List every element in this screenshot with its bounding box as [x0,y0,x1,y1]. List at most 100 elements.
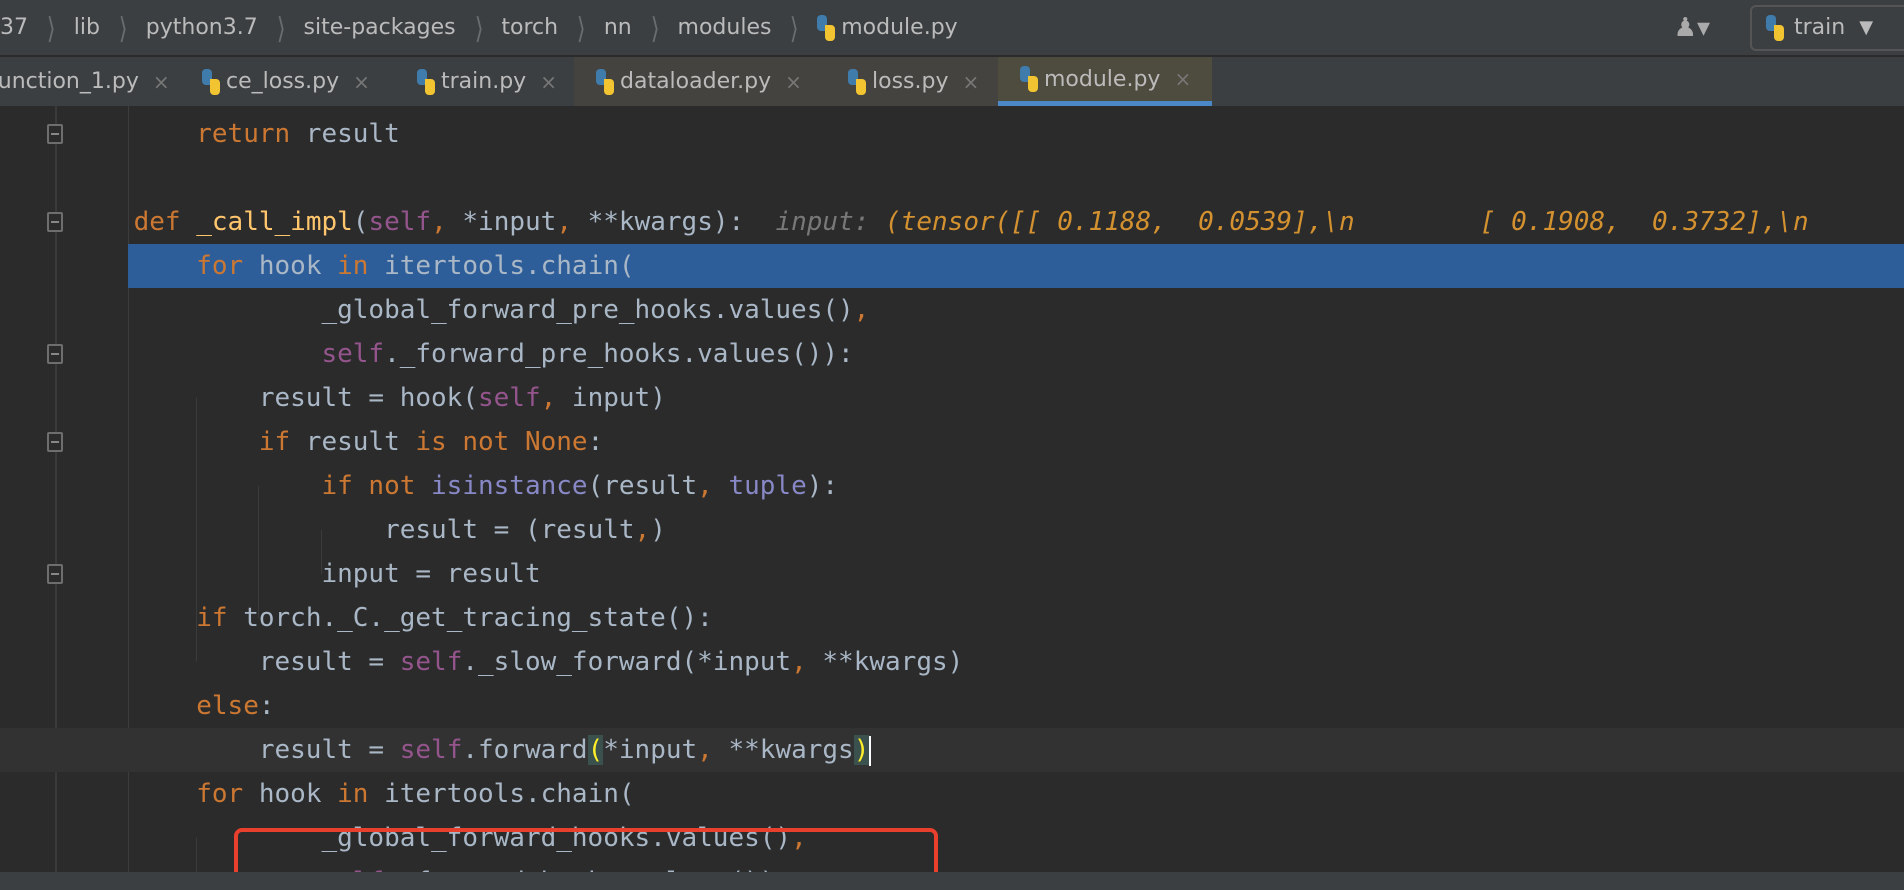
code-line[interactable]: result = self.forward(*input, **kwargs) [0,728,1904,772]
navigation-bar: 37 ❭ lib ❭ python3.7 ❭ site-packages ❭ torch ❭ nn ❭… [0,0,1904,55]
tab-loss-py[interactable]: loss.py × [826,57,998,106]
execution-point-line[interactable]: for hook in itertools.chain( [128,244,1904,288]
code-line[interactable]: return result [0,112,1904,156]
code-line[interactable]: self._forward_pre_hooks.values()): [0,332,1904,376]
tab-function_1-py[interactable]: function_1.py × [0,57,180,106]
close-icon[interactable]: × [1174,67,1191,91]
code-line[interactable]: input = result [0,552,1904,596]
code-token: result = [71,735,400,765]
breadcrumb-label: lib [73,15,100,40]
code-token: def [133,207,181,237]
breadcrumb-item[interactable]: nn [604,15,632,40]
code-token: itertools.chain( [368,779,635,809]
breadcrumb-item[interactable]: lib [74,15,100,40]
close-icon[interactable]: × [353,70,370,94]
python-file-icon [417,68,435,95]
fold-icon[interactable] [47,212,63,232]
code-token: for [196,779,244,809]
code-token: is not None [415,427,588,457]
python-file-icon [817,14,836,41]
fold-icon[interactable] [47,432,63,452]
code-line[interactable]: _global_forward_pre_hooks.values(), [0,288,1904,332]
code-line[interactable]: if not isinstance(result, tuple): [0,464,1904,508]
inline-debug-value: (tensor([[ 0.1188, 0.0539],\n [ 0.1908, … [885,207,1809,237]
code-token: result = hook( [71,383,478,413]
code-token: _global_forward_hooks.values() [71,823,792,853]
code-token: return [196,119,291,149]
tab-module-py[interactable]: module.py × [998,57,1212,106]
code-line[interactable]: else: [0,684,1904,728]
chevron-right-icon: ❭ [788,12,800,43]
close-icon[interactable]: × [153,70,170,94]
code-token: result [290,119,400,149]
user-icon[interactable]: ♟▾ [1674,13,1710,43]
code-line[interactable]: _global_forward_hooks.values(), [0,816,1904,860]
code-line[interactable]: result = self._slow_forward(*input, **kw… [0,640,1904,684]
code-line[interactable]: for hook in itertools.chain( [0,772,1904,816]
code-line[interactable]: if result is not None: [0,420,1904,464]
python-file-icon [202,68,220,95]
code-token: hook [243,779,338,809]
chevron-right-icon: ❭ [473,12,484,43]
breadcrumb-item[interactable]: module.py [817,14,958,41]
breadcrumb-label: python3.7 [145,15,258,40]
code-token: isinstance [431,471,588,501]
code-token: .forward [462,735,588,765]
code-token: self [368,207,432,237]
python-file-icon [848,68,866,95]
fold-icon[interactable] [47,344,63,364]
code-token: in [337,779,369,809]
code-line[interactable]: result = hook(self, input) [0,376,1904,420]
code-token: if [196,603,228,633]
tab-dataloader-py[interactable]: dataloader.py × [574,57,826,106]
code-token: hook [243,251,338,281]
close-icon[interactable]: × [785,70,802,94]
code-line[interactable]: result = (result,) [0,508,1904,552]
close-icon[interactable]: × [962,70,979,94]
breadcrumb-item[interactable]: modules [678,15,772,40]
python-file-icon [596,68,614,95]
fold-icon[interactable] [47,124,63,144]
code-line[interactable]: self._forward_hooks.values()): [0,860,1904,872]
code-token: result [290,427,416,457]
code-line[interactable]: def _call_impl(self, *input, **kwargs): … [0,200,1904,244]
code-token: : [587,427,604,457]
code-token: **kwargs): [571,207,745,237]
tab-label: ce_loss.py [226,69,340,94]
code-token: ): [806,471,839,501]
run-config-selector[interactable]: train ▼ [1750,4,1904,51]
chevron-right-icon: ❭ [649,12,661,43]
breadcrumb-item[interactable]: python3.7 [146,15,258,40]
breadcrumb-label: torch [501,15,559,40]
tab-train-py[interactable]: train.py × [395,57,574,106]
toolbar-right: ♟▾ train ▼ [1674,0,1904,55]
code-token: in [337,251,369,281]
code-token: ._forward_pre_hooks.values()): [384,339,854,369]
code-token: else [196,691,259,721]
tab-label: train.py [441,69,527,94]
code-line[interactable] [0,156,1904,200]
code-token: input) [556,383,666,413]
code-line[interactable]: if torch._C._get_tracing_state(): [0,596,1904,640]
breadcrumb-label: nn [603,15,632,40]
code-token: itertools.chain( [368,251,635,281]
breadcrumb-label: 37 [0,15,28,40]
breadcrumb-item[interactable]: 37 [0,15,28,40]
tab-ce_loss-py[interactable]: ce_loss.py × [180,57,395,106]
breadcrumb-item[interactable]: torch [501,15,558,40]
breadcrumb-item[interactable]: site-packages [304,15,456,40]
fold-icon[interactable] [47,564,63,584]
code-token: ( [587,735,604,765]
editor-tabs: function_1.py × ce_loss.py × train.py × datalo… [0,57,1904,106]
close-icon[interactable]: × [540,70,557,94]
code-token: _call_impl [196,207,353,237]
code-editor[interactable]: return result def _call_impl(self, *inpu… [0,106,1904,872]
